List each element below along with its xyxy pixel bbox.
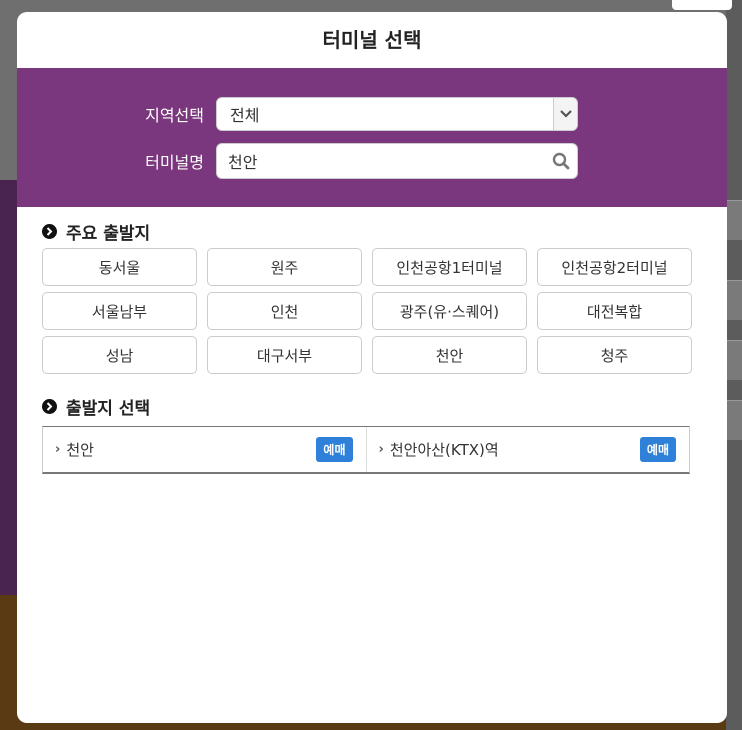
departure-button[interactable]: 대구서부: [207, 336, 362, 374]
background-strip-cell: [726, 340, 742, 380]
major-departures-title: 주요 출발지: [66, 223, 151, 244]
result-row[interactable]: › 천안 예매: [43, 427, 366, 472]
background-strip-cell: [726, 280, 742, 320]
departure-button[interactable]: 인천: [207, 292, 362, 330]
chevron-down-icon[interactable]: [553, 98, 577, 130]
result-name: 천안: [66, 441, 94, 459]
region-filter-row: 지역선택 전체: [17, 96, 727, 132]
departure-select-heading: 출발지 선택: [42, 396, 727, 419]
terminal-select-modal: 터미널 선택 지역선택 전체 터미널명 주요 출발지: [17, 12, 727, 723]
departure-button[interactable]: 동서울: [42, 248, 197, 286]
region-label: 지역선택: [145, 106, 204, 125]
region-select-value: 전체: [230, 106, 260, 125]
reserve-button[interactable]: 예매: [639, 437, 676, 462]
search-icon[interactable]: [545, 152, 577, 170]
reserve-button[interactable]: 예매: [316, 437, 353, 462]
terminal-search-input[interactable]: [217, 146, 545, 176]
departure-button[interactable]: 성남: [42, 336, 197, 374]
background-right-strip: [726, 0, 742, 730]
background-strip-cell: [726, 200, 742, 240]
major-departures-heading: 주요 출발지: [42, 221, 727, 244]
background-strip-cell: [726, 400, 742, 440]
result-name-wrap: › 천안: [55, 439, 94, 460]
result-row[interactable]: › 천안아산(KTX)역 예매: [365, 427, 690, 472]
departure-button[interactable]: 원주: [207, 248, 362, 286]
chevron-right-circle-icon: [42, 398, 57, 414]
terminal-filter-row: 터미널명: [17, 143, 727, 179]
modal-title: 터미널 선택: [322, 28, 422, 52]
departure-button[interactable]: 인천공항2터미널: [537, 248, 692, 286]
terminal-search-box: [216, 143, 578, 179]
departure-results-table: › 천안 예매 › 천안아산(KTX)역 예매: [42, 426, 690, 474]
filter-band: 지역선택 전체 터미널명: [17, 68, 727, 207]
terminal-label: 터미널명: [145, 153, 204, 172]
chevron-right-icon: ›: [378, 442, 384, 457]
background-close-tab: [672, 0, 732, 10]
chevron-right-icon: ›: [55, 442, 61, 457]
departure-button[interactable]: 천안: [372, 336, 527, 374]
departure-select-title: 출발지 선택: [66, 398, 151, 419]
departure-button[interactable]: 서울남부: [42, 292, 197, 330]
departure-button[interactable]: 청주: [537, 336, 692, 374]
region-select[interactable]: 전체: [216, 97, 578, 131]
result-name-wrap: › 천안아산(KTX)역: [379, 439, 499, 460]
departure-button[interactable]: 인천공항1터미널: [372, 248, 527, 286]
departure-button[interactable]: 대전복합: [537, 292, 692, 330]
departure-button[interactable]: 광주(유·스퀘어): [372, 292, 527, 330]
chevron-right-circle-icon: [42, 223, 57, 239]
result-name: 천안아산(KTX)역: [389, 441, 499, 459]
major-departures-grid: 동서울 원주 인천공항1터미널 인천공항2터미널 서울남부 인천 광주(유·스퀘…: [42, 248, 702, 374]
